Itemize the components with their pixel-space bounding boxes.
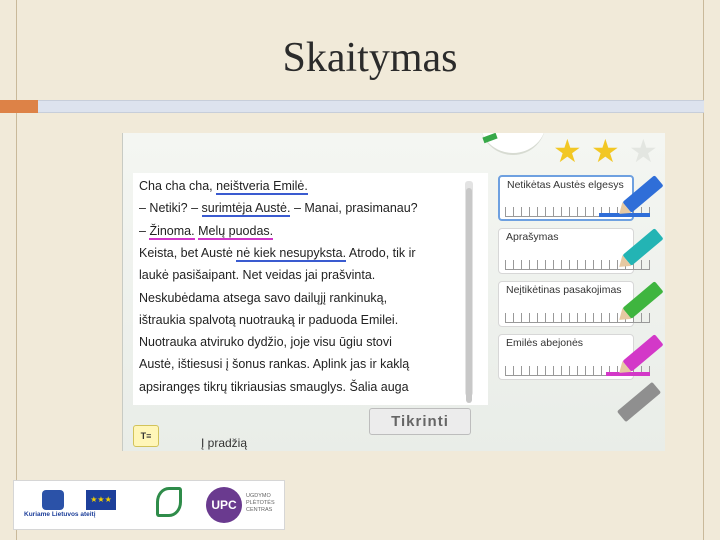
text-span: – <box>139 223 150 238</box>
eu-slogan: Kuriame Lietuvos ateitį <box>24 511 96 518</box>
task-label: Aprašymas <box>506 231 559 243</box>
highlighted-phrase[interactable]: neištveria Emilė. <box>216 179 308 195</box>
eu-flag-icon: ★★★ <box>86 490 116 510</box>
star-icon-filled: ★ <box>553 133 582 169</box>
highlighted-phrase[interactable]: Žinoma. <box>149 223 195 240</box>
star-icon-empty: ★ <box>629 133 658 169</box>
text-line: Cha cha cha, neištveria Emilė. <box>139 179 308 195</box>
logo-strip: ★★★ Kuriame Lietuvos ateitį UPC UGDYMO P… <box>13 480 285 530</box>
leaf-icon <box>156 487 182 517</box>
home-link[interactable]: Į pradžią <box>201 436 247 450</box>
text-span: Nuotrauka atviruko dydžio, joje visu ūgi… <box>139 335 392 350</box>
leaf-logo <box>138 485 200 527</box>
slide-title: Skaitymas <box>282 35 458 81</box>
task-item[interactable]: Netikėtas Austės elgesys <box>498 175 664 221</box>
highlighted-phrase[interactable]: nė kiek nesupyksta. <box>236 245 347 262</box>
text-line: Austė, ištiesusi į šonus rankas. Aplink … <box>139 357 409 371</box>
highlighted-phrase[interactable]: Melų puodas. <box>198 223 274 240</box>
app-screenshot: ★ ★ ★ Cha cha cha, neištveria Emilė. – Ne… <box>122 133 665 451</box>
star-icon-filled: ★ <box>591 133 620 169</box>
task-label: Emilės abejonės <box>506 337 584 349</box>
text-span: laukė pasišaipant. Net veidas jai prašvi… <box>139 268 376 283</box>
notes-icon[interactable]: T≡ <box>133 425 159 447</box>
text-span: – Netiki? – <box>139 201 202 216</box>
text-line: Neskubėdama atsega savo dailųjį rankinuk… <box>139 291 387 305</box>
text-line: Nuotrauka atviruko dydžio, joje visu ūgi… <box>139 335 392 349</box>
text-line: apsirangęs tikrų tikriausias smauglys. Š… <box>139 380 409 394</box>
text-span: Atrodo, tik ir <box>346 245 416 260</box>
text-span: Neskubėdama atsega savo dailųjį rankinuk… <box>139 290 388 305</box>
title-accent-bar <box>0 100 38 113</box>
task-item[interactable]: Aprašymas <box>498 228 664 274</box>
title-divider <box>38 100 704 113</box>
text-line: – Žinoma. Melų puodas. <box>139 223 274 240</box>
upc-name: UGDYMO PLĖTOTĖS CENTRAS <box>246 493 275 513</box>
ministry-emblem-icon <box>42 490 64 510</box>
scrollbar-thumb[interactable] <box>466 188 472 403</box>
task-item[interactable]: Emilės abejonės <box>498 334 664 380</box>
eraser-icon[interactable] <box>616 381 662 423</box>
task-item[interactable]: Neįtikėtinas pasakojimas <box>498 281 664 327</box>
eu-logo: ★★★ Kuriame Lietuvos ateitį <box>20 485 124 527</box>
text-span: Cha cha cha, <box>139 179 217 193</box>
text-line: Keista, bet Austė nė kiek nesupyksta. At… <box>139 245 416 262</box>
check-button[interactable]: Tikrinti <box>369 408 471 435</box>
reading-text-panel[interactable]: Cha cha cha, neištveria Emilė. – Netiki? … <box>133 173 488 405</box>
text-span: Keista, bet Austė <box>139 245 237 260</box>
text-span: ištraukia spalvotą nuotrauką ir paduoda … <box>139 312 399 327</box>
text-span: apsirangęs tikrų tikriausias smauglys. Š… <box>139 379 409 394</box>
upc-mark: UPC <box>206 487 242 523</box>
text-line: – Netiki? – surimtėja Austė. – Manai, pr… <box>139 201 418 218</box>
highlighted-phrase[interactable]: surimtėja Austė. <box>201 201 291 218</box>
text-line: ištraukia spalvotą nuotrauką ir paduoda … <box>139 313 398 327</box>
task-label: Neįtikėtinas pasakojimas <box>506 284 622 296</box>
text-span: Austė, ištiesusi į šonus rankas. Aplink … <box>139 357 410 372</box>
upc-logo: UPC UGDYMO PLĖTOTĖS CENTRAS <box>206 485 282 527</box>
task-label: Netikėtas Austės elgesys <box>507 179 624 191</box>
text-line: laukė pasišaipant. Net veidas jai prašvi… <box>139 268 375 282</box>
text-span: – Manai, prasimanau? <box>290 201 418 216</box>
